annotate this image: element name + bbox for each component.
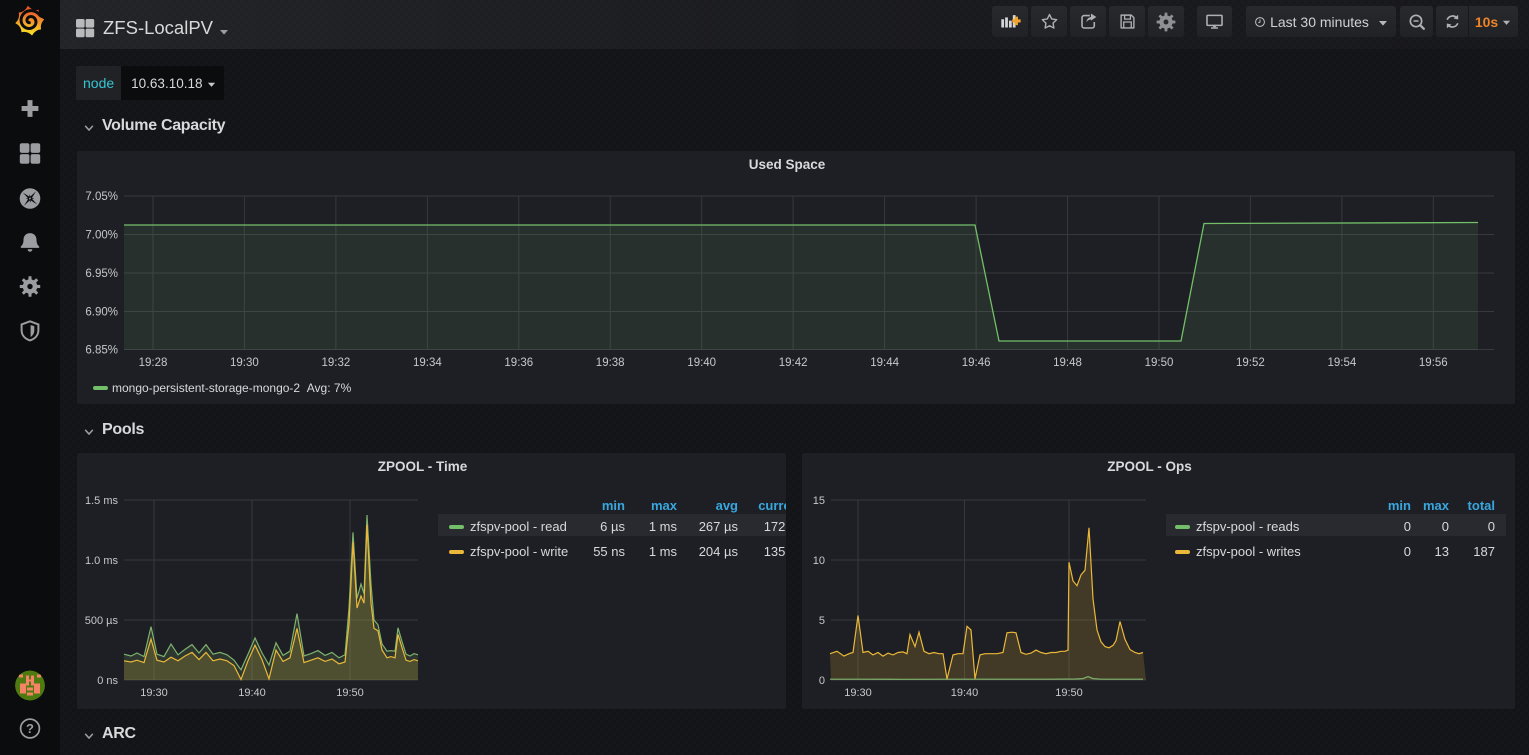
svg-text:19:50: 19:50 — [1145, 357, 1174, 369]
svg-text:15: 15 — [813, 495, 825, 507]
svg-text:6.90%: 6.90% — [85, 307, 118, 319]
svg-text:19:38: 19:38 — [596, 357, 625, 369]
svg-text:0 ns: 0 ns — [97, 675, 118, 687]
svg-text:19:28: 19:28 — [139, 357, 168, 369]
svg-text:10: 10 — [813, 555, 825, 567]
svg-text:19:50: 19:50 — [336, 687, 364, 699]
svg-text:?: ? — [26, 721, 34, 736]
svg-text:6.95%: 6.95% — [85, 268, 118, 280]
svg-text:19:52: 19:52 — [1236, 357, 1265, 369]
svg-text:19:50: 19:50 — [1055, 687, 1083, 699]
svg-text:19:56: 19:56 — [1419, 357, 1448, 369]
svg-text:0: 0 — [819, 675, 825, 687]
svg-text:19:30: 19:30 — [230, 357, 259, 369]
svg-text:19:30: 19:30 — [140, 687, 168, 699]
svg-text:7.05%: 7.05% — [85, 191, 118, 203]
svg-text:19:48: 19:48 — [1053, 357, 1082, 369]
svg-text:19:30: 19:30 — [844, 687, 872, 699]
svg-text:6.85%: 6.85% — [85, 345, 118, 357]
svg-text:19:40: 19:40 — [951, 687, 979, 699]
svg-text:19:32: 19:32 — [322, 357, 351, 369]
svg-text:5: 5 — [819, 615, 825, 627]
svg-text:19:36: 19:36 — [504, 357, 533, 369]
svg-text:19:40: 19:40 — [687, 357, 716, 369]
svg-text:19:42: 19:42 — [779, 357, 808, 369]
svg-text:19:34: 19:34 — [413, 357, 442, 369]
svg-text:19:44: 19:44 — [870, 357, 899, 369]
svg-text:500 µs: 500 µs — [85, 615, 119, 627]
svg-text:19:40: 19:40 — [238, 687, 266, 699]
svg-text:7.00%: 7.00% — [85, 230, 118, 242]
svg-text:19:54: 19:54 — [1328, 357, 1357, 369]
svg-text:1.5 ms: 1.5 ms — [85, 495, 119, 507]
svg-text:1.0 ms: 1.0 ms — [85, 555, 119, 567]
svg-text:19:46: 19:46 — [962, 357, 991, 369]
